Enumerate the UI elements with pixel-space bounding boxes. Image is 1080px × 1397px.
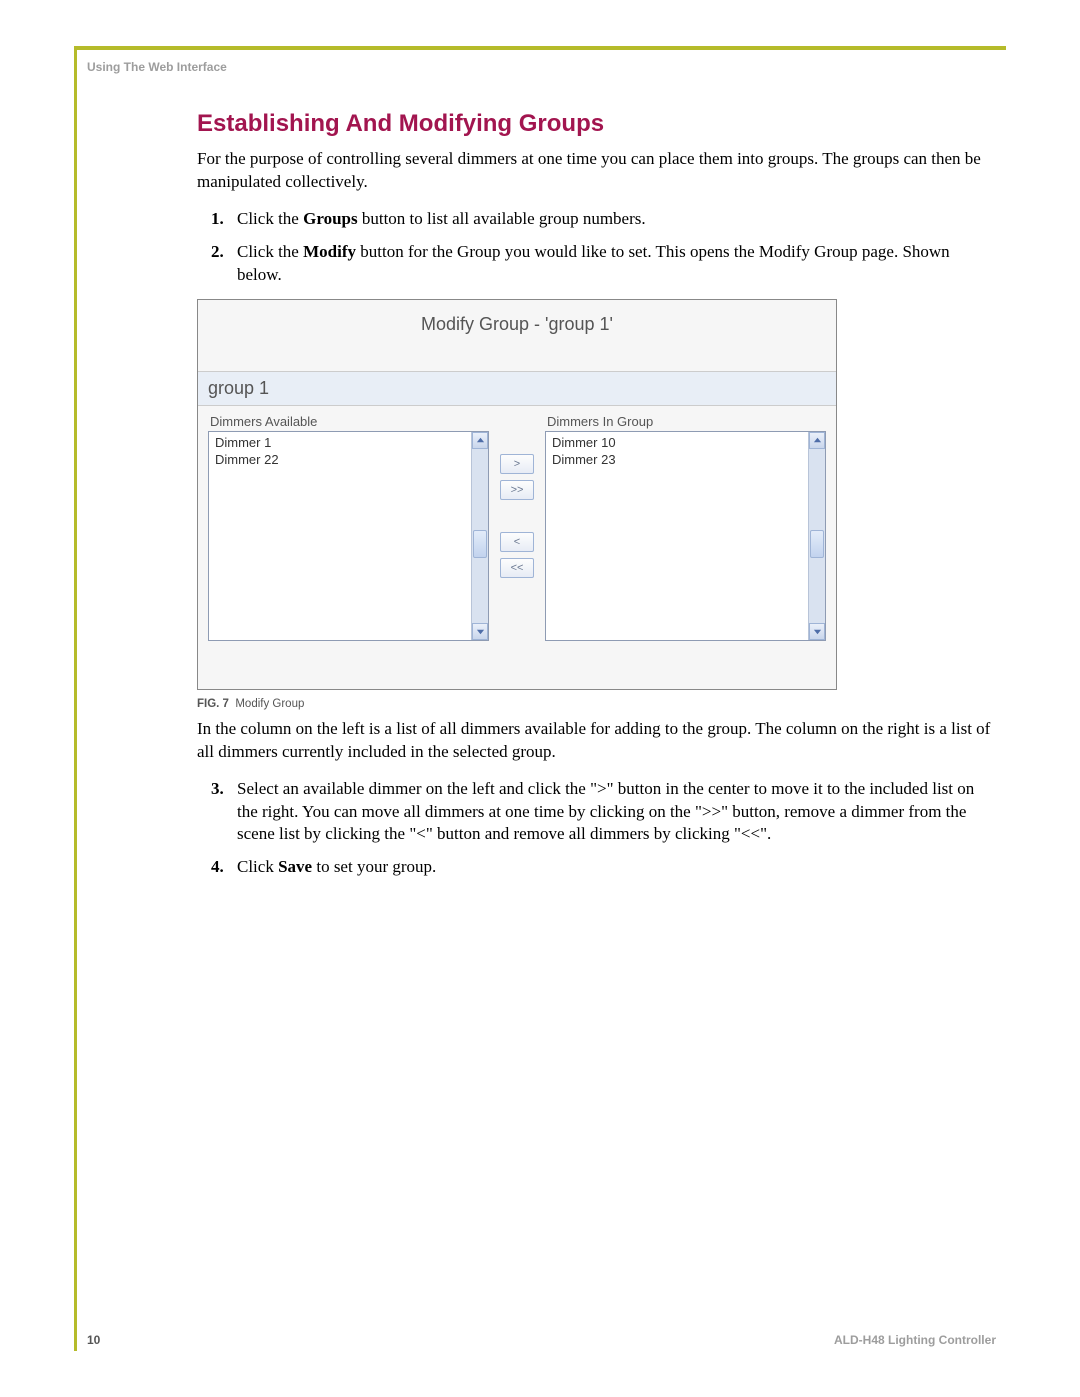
scrollbar[interactable] [471, 432, 488, 640]
step-4-post: to set your group. [312, 857, 436, 876]
list-item[interactable]: Dimmer 23 [550, 451, 805, 468]
list-item[interactable]: Dimmer 22 [213, 451, 468, 468]
scrollbar-thumb[interactable] [810, 530, 824, 558]
add-all-button[interactable]: >> [500, 480, 534, 500]
scroll-down-button[interactable] [809, 623, 825, 640]
step-2-bold: Modify [303, 242, 356, 261]
step-1-pre: Click the [237, 209, 303, 228]
list-item[interactable]: Dimmer 1 [213, 434, 468, 451]
steps-list-top: 1. Click the Groups button to list all a… [197, 208, 996, 287]
step-1: 1. Click the Groups button to list all a… [215, 208, 996, 231]
add-button[interactable]: > [500, 454, 534, 474]
step-1-bold: Groups [303, 209, 358, 228]
step-number: 3. [211, 778, 224, 801]
step-2: 2. Click the Modify button for the Group… [215, 241, 996, 287]
step-4-pre: Click [237, 857, 278, 876]
chevron-up-icon [476, 436, 485, 445]
scrollbar-thumb[interactable] [473, 530, 487, 558]
list-item[interactable]: Dimmer 10 [550, 434, 805, 451]
modify-group-title: Modify Group - 'group 1' [198, 300, 836, 372]
in-group-column: Dimmers In Group Dimmer 10 Dimmer 23 [545, 414, 826, 641]
figure-number: FIG. 7 [197, 698, 229, 710]
scroll-up-button[interactable] [809, 432, 825, 449]
main-content: Establishing And Modifying Groups For th… [197, 110, 996, 889]
step-4-bold: Save [278, 857, 312, 876]
transfer-buttons-column: > >> < << [489, 414, 545, 578]
available-label: Dimmers Available [208, 414, 489, 431]
available-column: Dimmers Available Dimmer 1 Dimmer 22 [208, 414, 489, 641]
step-2-pre: Click the [237, 242, 303, 261]
chevron-down-icon [813, 627, 822, 636]
dimmers-available-listbox[interactable]: Dimmer 1 Dimmer 22 [208, 431, 489, 641]
section-title: Establishing And Modifying Groups [197, 110, 996, 138]
figure-modify-group: Modify Group - 'group 1' group 1 Dimmers… [197, 299, 996, 710]
dimmers-in-group-listbox[interactable]: Dimmer 10 Dimmer 23 [545, 431, 826, 641]
figure-caption: FIG. 7 Modify Group [197, 690, 996, 710]
step-3: 3. Select an available dimmer on the lef… [215, 778, 996, 847]
page-number: 10 [87, 1333, 100, 1347]
step-3-text: Select an available dimmer on the left a… [237, 779, 974, 844]
group-name-header: group 1 [198, 372, 836, 406]
dual-list-row: Dimmers Available Dimmer 1 Dimmer 22 [198, 406, 836, 689]
steps-list-bottom: 3. Select an available dimmer on the lef… [197, 778, 996, 880]
remove-all-button[interactable]: << [500, 558, 534, 578]
step-number: 4. [211, 856, 224, 879]
intro-paragraph: For the purpose of controlling several d… [197, 148, 996, 194]
step-4: 4. Click Save to set your group. [215, 856, 996, 879]
chevron-up-icon [813, 436, 822, 445]
document-footer: ALD-H48 Lighting Controller [834, 1333, 996, 1347]
step-1-post: button to list all available group numbe… [358, 209, 646, 228]
in-group-label: Dimmers In Group [545, 414, 826, 431]
remove-button[interactable]: < [500, 532, 534, 552]
step-number: 1. [211, 208, 224, 231]
page-frame: Using The Web Interface Establishing And… [74, 46, 1006, 1351]
step-number: 2. [211, 241, 224, 264]
running-head: Using The Web Interface [77, 50, 1006, 74]
scrollbar[interactable] [808, 432, 825, 640]
chevron-down-icon [476, 627, 485, 636]
scroll-down-button[interactable] [472, 623, 488, 640]
figure-caption-text: Modify Group [235, 698, 304, 710]
modify-group-window: Modify Group - 'group 1' group 1 Dimmers… [197, 299, 837, 690]
explanatory-paragraph: In the column on the left is a list of a… [197, 718, 996, 764]
scroll-up-button[interactable] [472, 432, 488, 449]
